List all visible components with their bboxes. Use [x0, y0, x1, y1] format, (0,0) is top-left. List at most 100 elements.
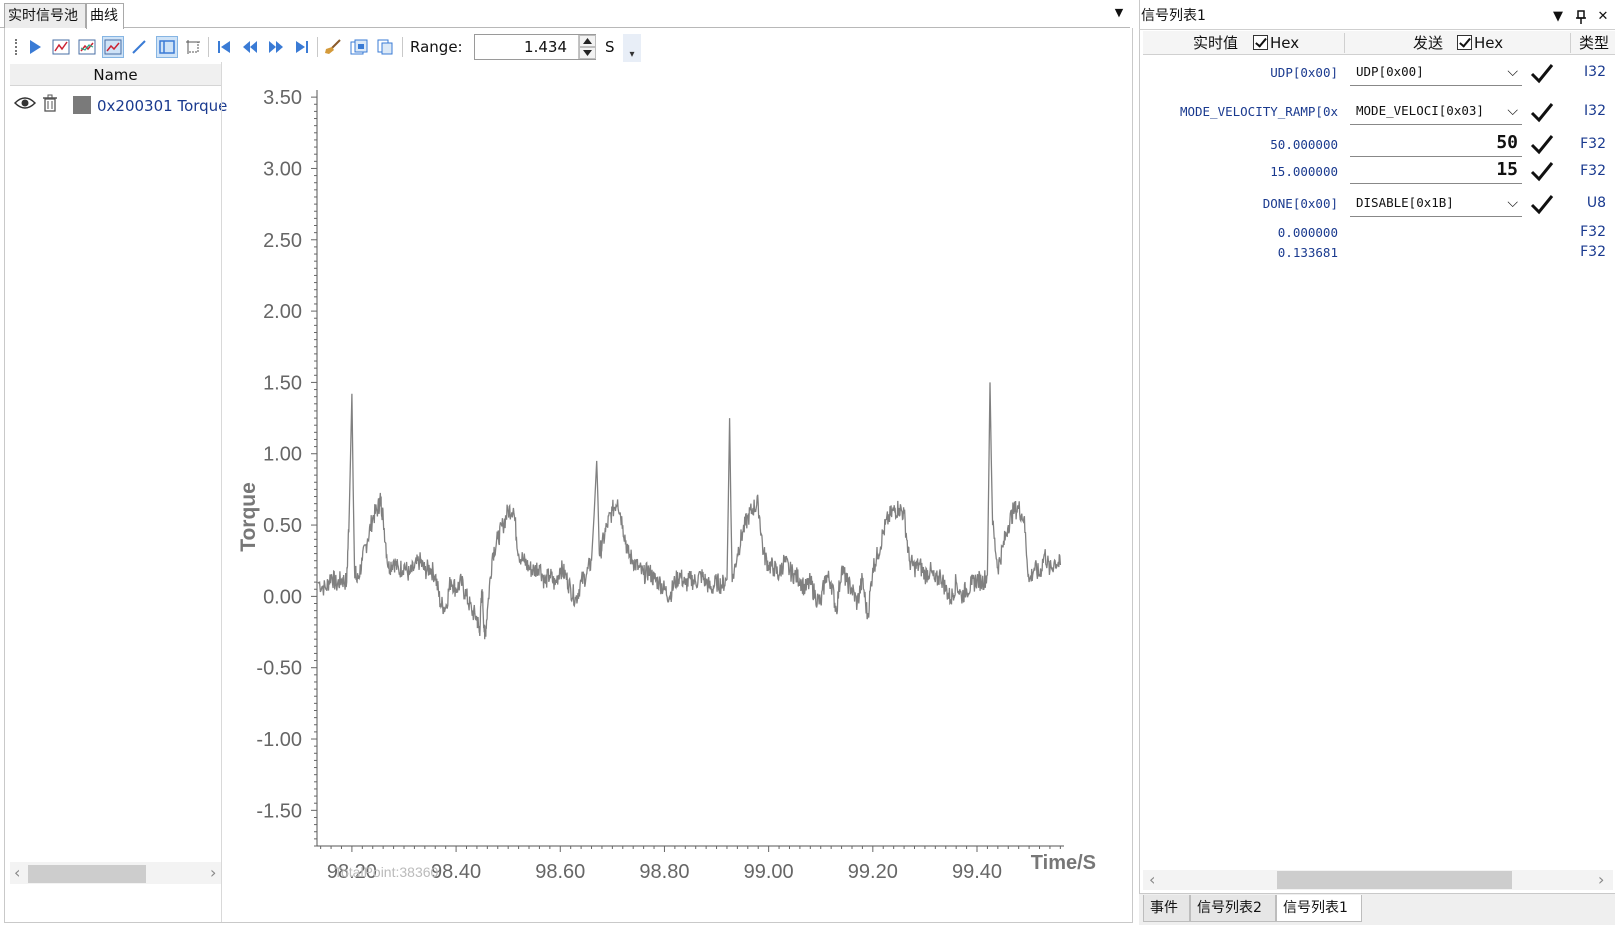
- panel-title: 信号列表1: [1141, 8, 1206, 24]
- send-dropdown[interactable]: DISABLE[0x1B] ⌵: [1350, 191, 1522, 217]
- series-line-torque: [317, 382, 1062, 640]
- type-label: I32: [1584, 103, 1606, 119]
- signal-list-header[interactable]: Name: [10, 64, 221, 86]
- export-icon[interactable]: [348, 36, 370, 58]
- chevron-down-icon[interactable]: ⌵: [1507, 191, 1518, 215]
- y-tick-label: 1.00: [263, 444, 302, 466]
- tab-realtime-signal-pool[interactable]: 实时信号池: [4, 3, 86, 28]
- chart-multi-icon[interactable]: [76, 36, 98, 58]
- close-icon[interactable]: ✕: [1595, 9, 1611, 25]
- checkbox-icon[interactable]: [1457, 35, 1472, 50]
- document-tab-strip: 实时信号池 曲线: [0, 0, 1130, 29]
- y-tick-label: -0.50: [256, 658, 302, 680]
- send-input[interactable]: 50: [1350, 131, 1522, 157]
- realtime-value: 0.133681: [1277, 245, 1338, 260]
- hex-toggle-send[interactable]: Hex: [1457, 31, 1503, 55]
- x-tick-label: 99.00: [744, 861, 794, 883]
- signal-list-scroll-thumb[interactable]: [28, 865, 146, 883]
- send-input[interactable]: 15: [1350, 158, 1522, 184]
- send-dropdown[interactable]: MODE_VELOCI[0x03] ⌵: [1350, 99, 1522, 125]
- x-tick-label: 99.40: [952, 861, 1002, 883]
- hex-label-realtime: Hex: [1270, 34, 1300, 52]
- play-icon[interactable]: [24, 36, 46, 58]
- x-axis-label: Time/S: [1031, 852, 1096, 874]
- toolbar-overflow-icon[interactable]: ▾: [623, 34, 641, 62]
- y-tick-label: -1.00: [256, 729, 302, 751]
- scroll-right-icon[interactable]: ›: [1598, 871, 1604, 889]
- total-points-readout: TotalPoint:38360: [334, 864, 439, 880]
- range-label: Range:: [410, 38, 463, 56]
- header-type[interactable]: 类型: [1579, 31, 1609, 55]
- y-tick-label: 0.00: [263, 586, 302, 608]
- y-axis: 3.50 3.00 2.50 2.00 1.50 1.00 0.50 0.00 -0.50 -1.…: [256, 87, 318, 847]
- signal-table-scroll-thumb[interactable]: [1277, 871, 1512, 889]
- clear-brush-icon[interactable]: [322, 36, 344, 58]
- send-dropdown[interactable]: UDP[0x00] ⌵: [1350, 60, 1522, 86]
- chevron-down-icon[interactable]: ⌵: [1507, 99, 1518, 123]
- header-send[interactable]: 发送: [1413, 31, 1443, 55]
- realtime-value: 0.000000: [1277, 225, 1338, 240]
- type-label: F32: [1580, 244, 1606, 260]
- scroll-left-icon[interactable]: ‹: [1149, 871, 1155, 889]
- tab-events[interactable]: 事件: [1143, 895, 1190, 922]
- range-stepper[interactable]: [578, 35, 596, 59]
- panel-title-bar: ▼ ✕: [1139, 2, 1615, 30]
- send-confirm-icon[interactable]: [1530, 160, 1554, 182]
- range-decrement-icon[interactable]: [579, 47, 596, 59]
- range-unit: S: [605, 38, 615, 56]
- tab-signal-list-1[interactable]: 信号列表1: [1276, 895, 1362, 922]
- signal-name[interactable]: 0x200301 Torque: [97, 96, 227, 116]
- y-tick-label: -1.50: [256, 800, 302, 822]
- send-dropdown-value: DISABLE[0x1B]: [1356, 195, 1454, 210]
- document-menu-icon[interactable]: ▼: [1112, 6, 1126, 20]
- type-label: F32: [1580, 136, 1606, 152]
- range-increment-icon[interactable]: [579, 35, 596, 47]
- copy-icon[interactable]: [374, 36, 396, 58]
- send-confirm-icon[interactable]: [1530, 193, 1554, 215]
- y-tick-label: 2.00: [263, 301, 302, 323]
- header-realtime[interactable]: 实时值: [1193, 31, 1238, 55]
- realtime-value: MODE_VELOCITY_RAMP[0x: [1179, 104, 1338, 119]
- y-tick-label: 3.50: [263, 87, 302, 109]
- dropdown-icon[interactable]: ▼: [1550, 9, 1566, 25]
- send-confirm-icon[interactable]: [1530, 62, 1554, 84]
- chevron-down-icon[interactable]: ⌵: [1507, 60, 1518, 84]
- fast-forward-icon[interactable]: [265, 36, 287, 58]
- realtime-value: 50.000000: [1270, 137, 1338, 152]
- scroll-right-icon[interactable]: ›: [210, 864, 216, 882]
- tab-signal-list-2[interactable]: 信号列表2: [1190, 895, 1276, 922]
- x-tick-label: 98.80: [639, 861, 689, 883]
- line-tool-icon[interactable]: [128, 36, 150, 58]
- pin-icon[interactable]: [1573, 9, 1589, 25]
- y-axis-label: Torque: [237, 482, 260, 552]
- signal-color-swatch[interactable]: [73, 96, 91, 114]
- send-confirm-icon[interactable]: [1530, 101, 1554, 123]
- x-tick-label: 98.40: [431, 861, 481, 883]
- eye-icon[interactable]: [13, 95, 37, 115]
- realtime-value: DONE[0x00]: [1262, 196, 1338, 211]
- send-dropdown-value: UDP[0x00]: [1356, 64, 1424, 79]
- rewind-icon[interactable]: [239, 36, 261, 58]
- y-tick-label: 0.50: [263, 515, 302, 537]
- x-tick-label: 98.60: [535, 861, 585, 883]
- panel-toggle-icon[interactable]: [156, 36, 178, 58]
- type-label: U8: [1586, 195, 1606, 211]
- x-tick-label: 99.20: [848, 861, 898, 883]
- hex-toggle-realtime[interactable]: Hex: [1253, 31, 1299, 55]
- last-icon[interactable]: [291, 36, 313, 58]
- send-dropdown-value: MODE_VELOCI[0x03]: [1356, 103, 1484, 118]
- signal-table-header: 实时值 Hex 发送 Hex 类型: [1143, 31, 1615, 55]
- torque-chart[interactable]: 3.50 3.00 2.50 2.00 1.50 1.00 0.50 0.00 -0.50 -1.…: [222, 62, 1130, 922]
- checkbox-icon[interactable]: [1253, 35, 1268, 50]
- send-confirm-icon[interactable]: [1530, 133, 1554, 155]
- scroll-left-icon[interactable]: ‹: [14, 864, 20, 882]
- realtime-value: 15.000000: [1270, 164, 1338, 179]
- chart-add-icon[interactable]: [50, 36, 72, 58]
- type-label: F32: [1580, 163, 1606, 179]
- toolbar-grip-icon[interactable]: [15, 39, 18, 55]
- trash-icon[interactable]: [42, 94, 58, 116]
- tab-curve[interactable]: 曲线: [86, 3, 124, 29]
- select-region-icon[interactable]: [182, 36, 204, 58]
- chart-overlay-icon[interactable]: [102, 36, 124, 58]
- first-icon[interactable]: [213, 36, 235, 58]
